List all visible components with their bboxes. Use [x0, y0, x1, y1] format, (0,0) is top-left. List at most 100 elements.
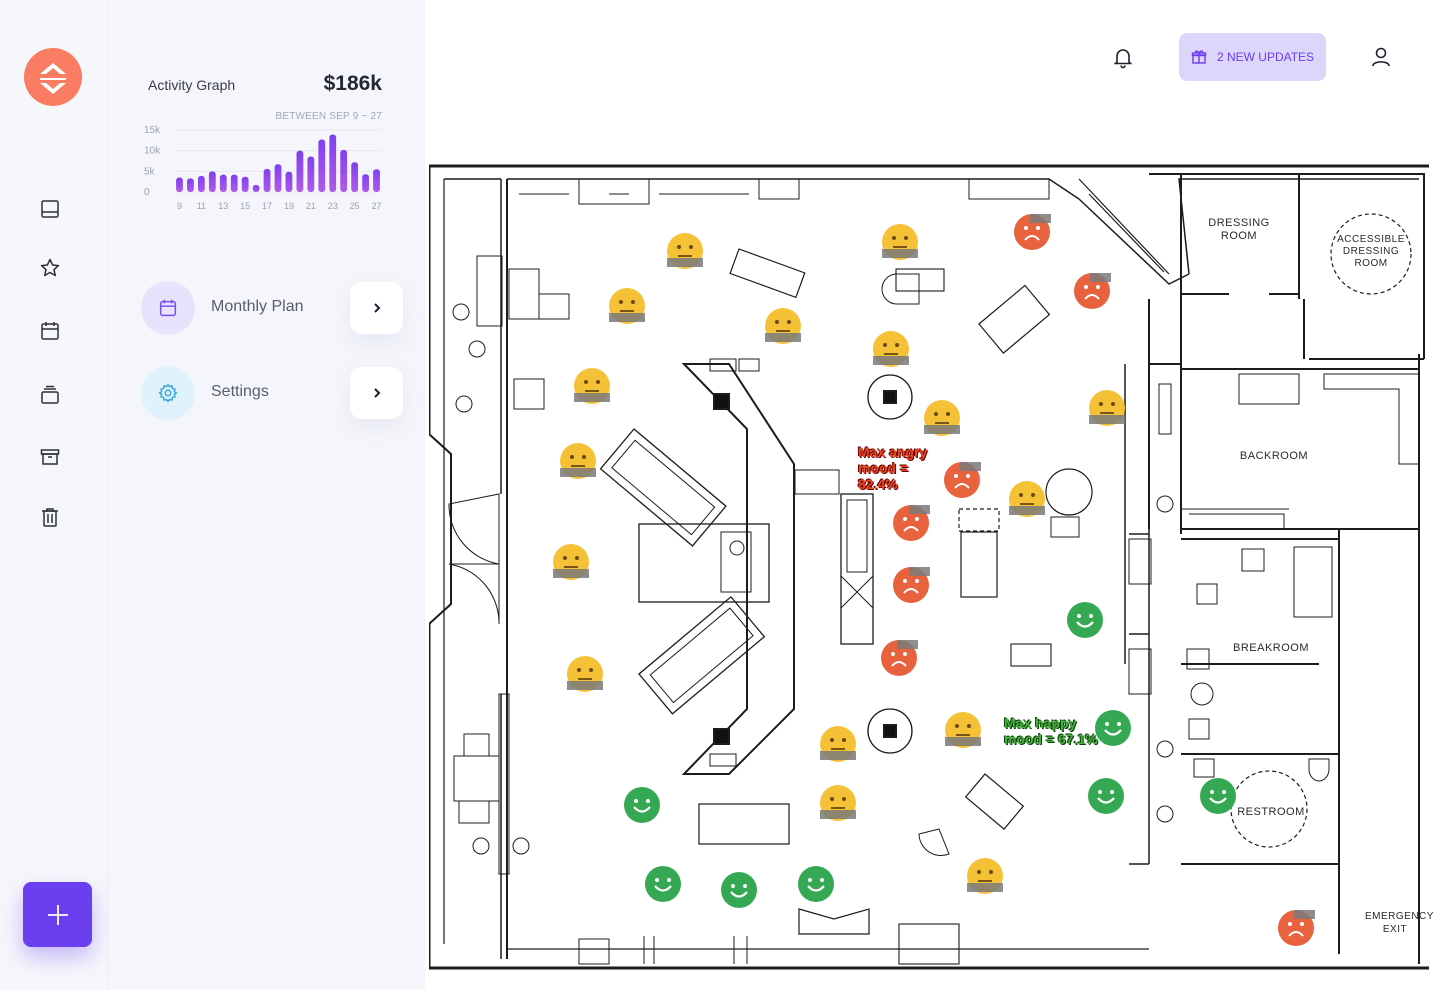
settings-open-button[interactable]: [350, 367, 403, 419]
bell-icon[interactable]: [1111, 45, 1135, 69]
stack-icon[interactable]: [38, 383, 62, 407]
room-breakroom: BREAKROOM: [1232, 642, 1309, 654]
happy-face-icon[interactable]: [1066, 601, 1104, 639]
happy-face-icon[interactable]: [1094, 709, 1132, 747]
activity-range: BETWEEN SEP 9 ~ 27: [275, 111, 382, 122]
chart-y-tick: 15k: [144, 125, 161, 136]
happy-face-icon[interactable]: [1199, 777, 1237, 815]
chart-bar-12: [208, 171, 216, 192]
plus-icon: [47, 904, 68, 925]
chart-x-tick: 17: [262, 201, 272, 211]
chart-x-tick: 21: [306, 201, 316, 211]
chart-bar-24: [340, 149, 348, 192]
angry-face-icon[interactable]: [943, 461, 982, 499]
neutral-face-icon[interactable]: [1088, 389, 1126, 427]
room-dressing: DRESSING ROOM: [1208, 217, 1270, 242]
chart-bar-17: [263, 168, 271, 192]
room-backroom: BACKROOM: [1239, 450, 1309, 462]
neutral-face-icon[interactable]: [559, 442, 597, 480]
chart-bar-27: [373, 169, 380, 192]
happy-face-icon[interactable]: [720, 871, 758, 909]
monthly-plan-open-button[interactable]: [350, 282, 403, 334]
neutral-face-icon[interactable]: [872, 330, 910, 368]
angry-face-icon[interactable]: [892, 566, 931, 604]
chart-bar-14: [230, 174, 238, 192]
chart-bar-9: [176, 177, 183, 192]
inbox-icon[interactable]: [38, 197, 62, 221]
chart-x-tick: 11: [197, 201, 206, 211]
activity-graph-title: Activity Graph: [148, 77, 236, 93]
chart-bar-20: [296, 150, 304, 192]
chart-y-tick: 5k: [144, 166, 156, 177]
neutral-face-icon[interactable]: [923, 399, 961, 437]
calendar-icon: [141, 281, 195, 335]
room-emergency-exit: EMERGENCY EXIT: [1365, 911, 1434, 935]
icon-rail: [0, 0, 108, 990]
neutral-face-icon[interactable]: [764, 307, 802, 345]
neutral-face-icon[interactable]: [881, 223, 919, 261]
add-button[interactable]: [23, 882, 92, 947]
menu-item-monthly-plan[interactable]: Monthly Plan: [141, 281, 403, 335]
max-happy-annotation: Max happy mood = 67.1%: [1004, 715, 1098, 747]
chart-bar-21: [307, 156, 315, 192]
gear-icon: [141, 366, 195, 420]
chart-bar-10: [187, 178, 194, 192]
chart-x-tick: 23: [328, 201, 338, 211]
user-icon[interactable]: [1369, 45, 1393, 69]
brand-logo[interactable]: [24, 48, 82, 106]
chart-y-tick: 10k: [144, 146, 161, 157]
menu-item-label: Settings: [211, 383, 269, 400]
happy-face-icon[interactable]: [797, 865, 835, 903]
neutral-face-icon[interactable]: [608, 287, 646, 325]
archive-icon[interactable]: [38, 445, 62, 469]
chart-bar-26: [362, 174, 369, 192]
chart-bar-25: [351, 162, 359, 192]
chart-x-tick: 9: [177, 201, 182, 211]
gift-icon: [1191, 50, 1207, 64]
happy-face-icon[interactable]: [1087, 777, 1125, 815]
max-angry-annotation: Max angry mood = 82.4%: [858, 444, 928, 492]
chevron-right-icon: [373, 388, 380, 398]
happy-face-icon[interactable]: [623, 786, 661, 824]
angry-face-icon[interactable]: [1073, 272, 1112, 310]
updates-label: 2 NEW UPDATES: [1216, 50, 1315, 64]
menu-item-label: Monthly Plan: [211, 298, 304, 315]
floor-plan: DRESSING ROOM ACCESSIBLE DRESSING ROOM B…: [427, 164, 1434, 970]
neutral-face-icon[interactable]: [666, 232, 704, 270]
menu-item-settings[interactable]: Settings: [141, 366, 403, 420]
chart-x-tick: 25: [350, 201, 360, 211]
neutral-face-icon[interactable]: [1008, 480, 1046, 518]
chart-x-tick: 15: [240, 201, 250, 211]
side-panel: Activity Graph $186k BETWEEN SEP 9 ~ 27 …: [108, 0, 425, 990]
angry-face-icon[interactable]: [880, 639, 919, 677]
angry-face-icon[interactable]: [1013, 213, 1052, 251]
chart-bar-22: [318, 139, 326, 192]
angry-face-icon[interactable]: [1277, 909, 1316, 947]
activity-total: $186k: [323, 72, 382, 95]
chart-bar-13: [219, 174, 227, 192]
neutral-face-icon[interactable]: [573, 367, 611, 405]
chart-bar-15: [241, 176, 249, 192]
chart-bar-11: [197, 175, 205, 192]
angry-face-icon[interactable]: [892, 504, 931, 542]
chart-y-tick: 0: [144, 187, 150, 198]
neutral-face-icon[interactable]: [819, 725, 857, 763]
neutral-face-icon[interactable]: [566, 655, 604, 693]
star-icon[interactable]: [38, 256, 62, 280]
chart-bar-16: [252, 184, 260, 192]
updates-button[interactable]: 2 NEW UPDATES: [1179, 33, 1326, 81]
chart-x-tick: 27: [372, 201, 382, 211]
chart-x-tick: 13: [218, 201, 228, 211]
chart-bar-23: [329, 134, 337, 192]
room-restroom: RESTROOM: [1237, 806, 1305, 818]
happy-face-icon[interactable]: [644, 865, 682, 903]
neutral-face-icon[interactable]: [966, 857, 1004, 895]
trash-icon[interactable]: [38, 505, 62, 529]
neutral-face-icon[interactable]: [552, 543, 590, 581]
chart-bar-18: [274, 164, 282, 192]
activity-bar-chart: 15k 10k 5k 0 9 11 13 15 17 19 21 23 25 27: [144, 125, 382, 211]
neutral-face-icon[interactable]: [819, 784, 857, 822]
neutral-face-icon[interactable]: [944, 711, 982, 749]
calendar-icon[interactable]: [38, 319, 62, 343]
chart-x-tick: 19: [284, 201, 294, 211]
